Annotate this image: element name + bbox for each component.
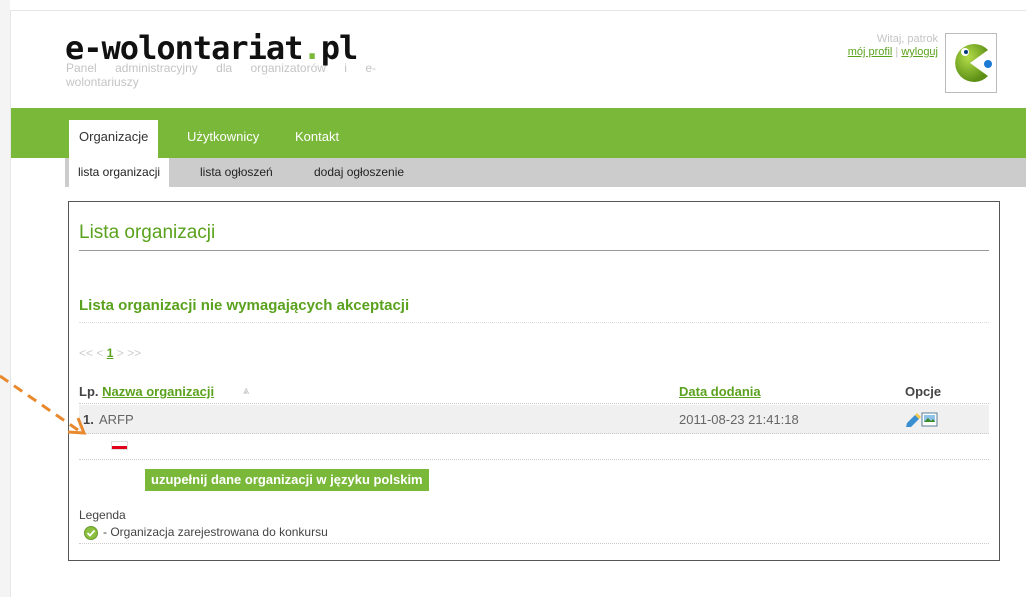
column-header-name[interactable]: Nazwa organizacji: [102, 384, 214, 399]
site-tagline: Panel administracyjny dla organizatorów …: [66, 61, 376, 89]
main-navigation: Organizacje Użytkownicy Kontakt: [11, 108, 1026, 158]
legend-title: Legenda: [79, 508, 126, 522]
sort-arrows-icon[interactable]: ⩓: [243, 385, 249, 398]
row-options: [905, 411, 939, 427]
link-separator: |: [895, 46, 899, 58]
pager-first: <<: [79, 346, 94, 360]
page-title: Lista organizacji: [79, 222, 989, 251]
pager-prev: <: [96, 346, 104, 360]
language-flags-row: [79, 435, 989, 460]
subnav-lista-organizacji[interactable]: lista organizacji: [69, 158, 170, 187]
sub-navigation: lista organizacji lista ogłoszeń dodaj o…: [65, 158, 1026, 187]
logout-link[interactable]: wyloguj: [901, 46, 938, 58]
image-preview-icon[interactable]: [921, 412, 938, 427]
page: e-wolontariat.pl Panel administracyjny d…: [10, 10, 1026, 597]
site-logo[interactable]: e-wolontariat.pl: [65, 31, 358, 65]
pager-page-1[interactable]: 1: [107, 346, 114, 360]
nav-kontakt[interactable]: Kontakt: [285, 120, 349, 158]
column-header-options: Opcje: [905, 384, 942, 399]
pacman-avatar-icon: [955, 44, 992, 82]
pager-next: >: [116, 346, 124, 360]
annotation-arrow-icon: [0, 374, 87, 435]
flag-tooltip: uzupełnij dane organizacji w języku pols…: [145, 469, 429, 491]
table-header: Lp. Nazwa organizacji ⩓ Data dodania Opc…: [79, 382, 989, 404]
nav-uzytkownicy[interactable]: Użytkownicy: [177, 120, 269, 158]
user-greeting: Witaj, patrok: [876, 33, 938, 45]
avatar[interactable]: [945, 33, 997, 93]
check-circle-icon: [84, 526, 98, 540]
my-profile-link[interactable]: mój profil: [848, 46, 893, 58]
row-date-added: 2011-08-23 21:41:18: [679, 412, 799, 427]
table-row: 1. ARFP 2011-08-23 21:41:18: [79, 405, 989, 434]
edit-pencil-icon[interactable]: [906, 413, 921, 427]
poland-flag-icon[interactable]: [111, 441, 128, 450]
nav-organizacje[interactable]: Organizacje: [69, 120, 159, 158]
section-title: Lista organizacji nie wymagających akcep…: [79, 297, 989, 323]
column-header-date[interactable]: Data dodania: [679, 384, 761, 399]
legend-item: - Organizacja zarejestrowana do konkursu: [79, 524, 989, 544]
user-box: Witaj, patrok mój profil | wyloguj: [848, 33, 938, 59]
legend-text: - Organizacja zarejestrowana do konkursu: [103, 525, 328, 539]
subnav-dodaj-ogloszenie[interactable]: dodaj ogłoszenie: [305, 158, 413, 187]
user-links: mój profil | wyloguj: [848, 46, 938, 59]
pager-last: >>: [127, 346, 142, 360]
pagination: << < 1 > >>: [79, 346, 141, 360]
content-panel: Lista organizacji Lista organizacji nie …: [68, 201, 1000, 561]
subnav-lista-ogloszen[interactable]: lista ogłoszeń: [191, 158, 282, 187]
